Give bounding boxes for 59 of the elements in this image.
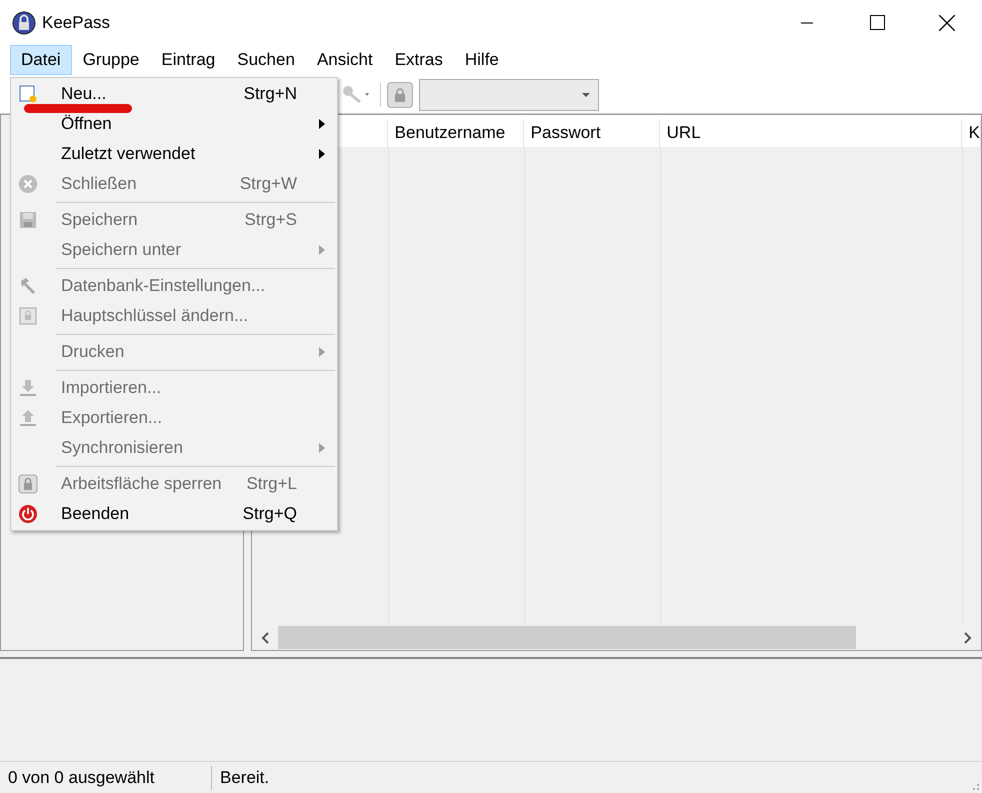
menu-item-label: Datenbank-Einstellungen... — [61, 276, 266, 296]
lock-icon — [18, 474, 38, 494]
submenu-arrow-icon — [319, 149, 325, 159]
menu-item-label: Importieren... — [61, 378, 162, 398]
status-message: Bereit. — [219, 766, 270, 789]
column-header[interactable]: Passwort — [524, 119, 660, 147]
menu-item-shortcut: Strg+S — [244, 209, 297, 232]
key-window-icon — [18, 306, 38, 326]
submenu-arrow-icon — [319, 245, 325, 255]
padlock-logo-icon — [12, 10, 36, 34]
menu-item-label: Zuletzt verwendet — [61, 144, 196, 164]
menu-bar-item[interactable]: Suchen — [226, 45, 306, 75]
menu-item-label: Arbeitsfläche sperren — [61, 474, 222, 494]
save-icon — [18, 210, 38, 230]
menu-bar-item[interactable]: Datei — [10, 45, 72, 75]
window-title: KeePass — [42, 12, 110, 34]
menu-item[interactable]: Beenden Strg+Q — [11, 499, 337, 529]
menu-item-label: Hauptschlüssel ändern... — [61, 306, 248, 326]
menu-item-label: Schließen — [61, 174, 137, 194]
menu-item-label: Synchronisieren — [61, 438, 183, 458]
dropdown-caret-icon — [582, 93, 590, 97]
padlock-icon — [393, 88, 407, 102]
menu-item-label: Speichern unter — [61, 240, 182, 260]
menu-item-label: Speichern — [61, 210, 138, 230]
maximize-icon — [870, 15, 884, 30]
new-document-icon — [18, 84, 38, 104]
menu-bar-item[interactable]: Ansicht — [306, 45, 384, 75]
close-icon — [939, 14, 955, 30]
close-icon — [18, 174, 38, 194]
menu-item-shortcut: Strg+W — [240, 173, 297, 196]
import-icon — [18, 378, 38, 398]
menu-bar-item[interactable]: Gruppe — [72, 45, 150, 75]
menu-item[interactable]: Zuletzt verwendet — [11, 139, 337, 169]
submenu-arrow-icon — [319, 347, 325, 357]
menu-bar-item[interactable]: Hilfe — [454, 45, 510, 75]
minimize-icon — [801, 22, 813, 24]
column-header[interactable]: K — [962, 119, 981, 147]
quick-search-combobox[interactable] — [419, 79, 599, 111]
column-header[interactable]: Benutzername — [388, 119, 524, 147]
menu-item-label: Drucken — [61, 342, 124, 362]
power-icon — [18, 504, 38, 524]
menu-bar-item[interactable]: Eintrag — [150, 45, 226, 75]
lock-workspace-button[interactable] — [387, 82, 413, 108]
menu-item-shortcut: Strg+L — [246, 473, 297, 496]
menu-item-label: Neu... — [61, 84, 106, 104]
submenu-arrow-icon — [319, 119, 325, 129]
hammer-icon — [18, 276, 38, 296]
status-selection: 0 von 0 ausgewählt — [0, 766, 212, 790]
menu-item-shortcut: Strg+Q — [242, 503, 297, 526]
scrollbar-thumb[interactable] — [278, 626, 856, 649]
column-header[interactable]: URL — [660, 119, 962, 147]
menu-bar-item[interactable]: Extras — [384, 45, 454, 75]
menu-item-label: Beenden — [61, 504, 130, 524]
menu-item-label: Exportieren... — [61, 408, 162, 428]
menu-item[interactable]: Öffnen — [11, 109, 337, 139]
export-icon — [18, 408, 38, 428]
menu-item-shortcut: Strg+N — [244, 83, 297, 106]
submenu-arrow-icon — [319, 443, 325, 453]
menu-item-label: Öffnen — [61, 114, 112, 134]
